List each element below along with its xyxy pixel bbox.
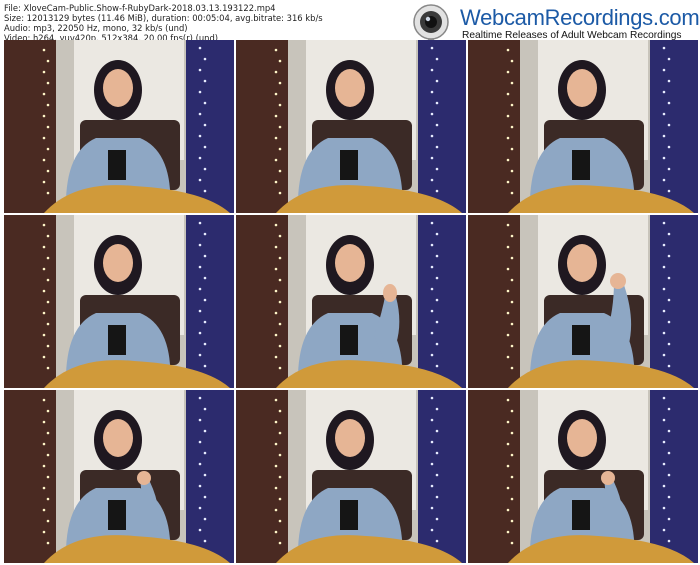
video-thumbnail	[236, 40, 466, 213]
video-thumbnail	[468, 40, 698, 213]
video-thumbnail	[236, 215, 466, 388]
video-thumbnail	[236, 390, 466, 563]
video-thumbnail	[4, 390, 234, 563]
video-thumbnail	[4, 215, 234, 388]
video-thumbnail	[468, 390, 698, 563]
video-thumbnail	[4, 40, 234, 213]
thumbnail-grid	[0, 0, 700, 565]
video-thumbnail	[468, 215, 698, 388]
